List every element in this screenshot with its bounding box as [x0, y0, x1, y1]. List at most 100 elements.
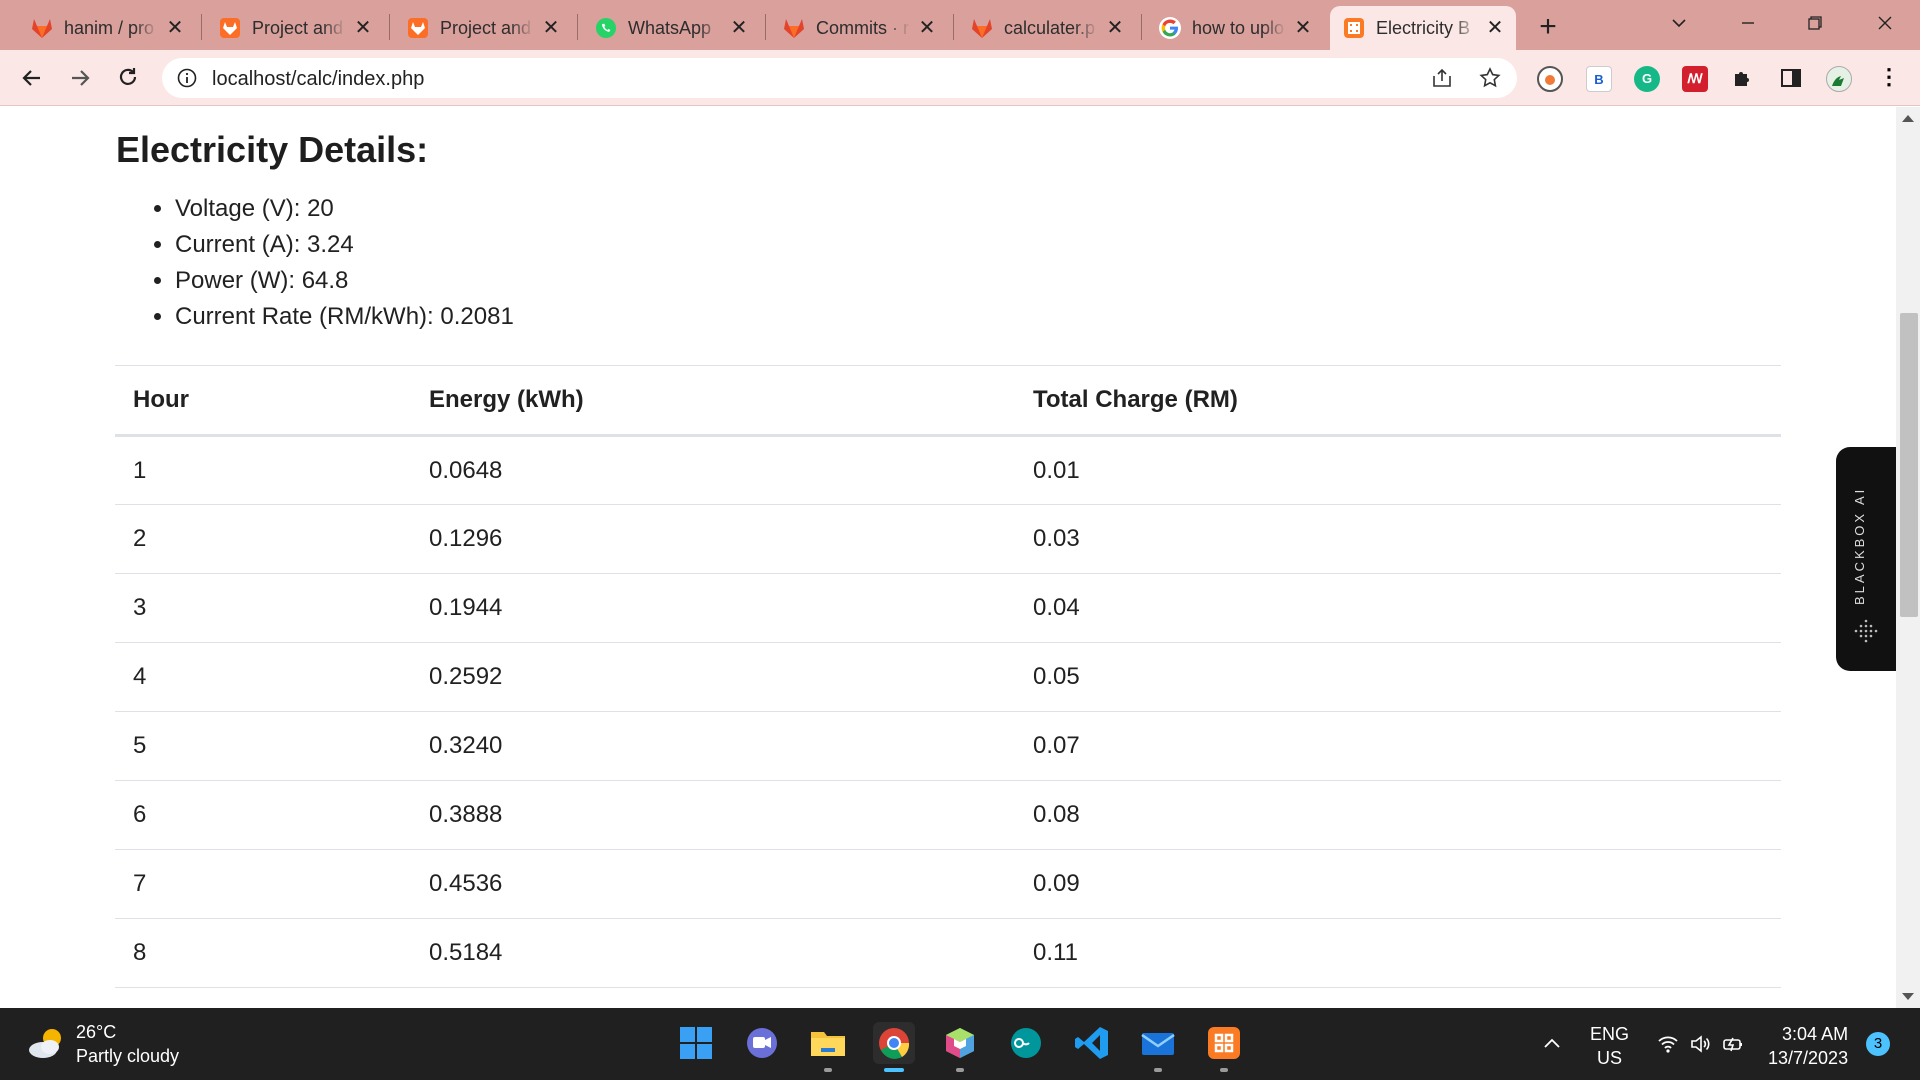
close-icon[interactable]: ✕ [164, 17, 186, 39]
detail-current: Current (A): 3.24 [175, 227, 514, 263]
wifi-icon [1658, 1036, 1678, 1053]
table-row: 8 0.5184 0.11 [115, 918, 1781, 988]
table-row: 5 0.3240 0.07 [115, 711, 1781, 781]
extension-red-icon[interactable]: ꟿ [1682, 66, 1708, 92]
column-header-hour: Hour [115, 365, 411, 437]
restore-icon [1808, 16, 1822, 30]
clock-date: 13/7/2023 [1768, 1048, 1849, 1068]
language-code: ENG [1590, 1024, 1630, 1044]
energy-table: Hour Energy (kWh) Total Charge (RM) 1 0.0… [115, 365, 1781, 988]
share-icon[interactable] [1430, 66, 1454, 90]
tab-divider [765, 14, 766, 40]
extension-b-icon[interactable]: B [1586, 66, 1612, 92]
tab-strip: hanim / pro ✕ Project and ✕ Project and … [0, 0, 1920, 50]
tab-google-search[interactable]: how to uplo ✕ [1146, 6, 1324, 50]
url-text[interactable]: localhost/calc/index.php [212, 68, 424, 91]
tray-overflow-button[interactable] [1540, 1032, 1564, 1061]
gitlab-icon [220, 18, 240, 38]
cube-icon [946, 1028, 974, 1058]
scroll-down-arrow-icon[interactable] [1902, 993, 1914, 1000]
battery-charging-icon [1723, 1037, 1742, 1052]
blackbox-ai-label: BLACKBOX AI [1852, 486, 1867, 605]
close-icon[interactable]: ✕ [728, 17, 750, 39]
extension-pill-icon[interactable] [1537, 66, 1563, 92]
tab-label: WhatsApp [628, 17, 712, 38]
file-explorer-button[interactable] [807, 1022, 849, 1072]
vertical-scrollbar[interactable] [1896, 107, 1920, 1008]
address-bar[interactable]: localhost/calc/index.php [162, 58, 1517, 98]
vscode-button[interactable] [1071, 1022, 1113, 1064]
detail-rate: Current Rate (RM/kWh): 0.2081 [175, 299, 514, 335]
arduino-button[interactable] [1005, 1022, 1047, 1064]
side-panel-icon[interactable] [1778, 66, 1804, 92]
cell-energy: 0.1944 [411, 573, 1015, 643]
forward-button[interactable] [62, 60, 98, 96]
tab-commits[interactable]: Commits · r ✕ [770, 6, 948, 50]
clock[interactable]: 3:04 AM 13/7/2023 [1768, 1022, 1848, 1070]
active-indicator [884, 1068, 904, 1072]
vscode-icon [1075, 1027, 1108, 1059]
star-icon[interactable] [1478, 66, 1502, 90]
chevron-up-icon [1544, 1038, 1560, 1048]
teams-chat-button[interactable] [741, 1022, 783, 1064]
tab-search-button[interactable] [1656, 6, 1702, 40]
chrome-button[interactable] [873, 1022, 915, 1072]
close-icon[interactable]: ✕ [916, 17, 938, 39]
close-window-button[interactable] [1862, 6, 1908, 40]
tab-label: Project and [440, 17, 532, 38]
cell-hour: 7 [115, 849, 411, 919]
scroll-up-arrow-icon[interactable] [1902, 115, 1914, 122]
profile-avatar[interactable] [1826, 66, 1852, 92]
tab-project-1[interactable]: Project and ✕ [206, 6, 384, 50]
clock-time: 3:04 AM [1782, 1024, 1849, 1044]
cell-charge: 0.11 [1015, 918, 1781, 988]
running-indicator [1154, 1068, 1162, 1072]
weather-description: Partly cloudy [76, 1046, 180, 1066]
extensions-puzzle-icon[interactable] [1730, 66, 1756, 92]
scroll-thumb[interactable] [1900, 313, 1918, 617]
back-button[interactable] [14, 60, 50, 96]
browser-toolbar: localhost/calc/index.php B G ꟿ ⋮ [0, 50, 1920, 106]
cell-charge: 0.03 [1015, 504, 1781, 574]
tab-electricity-active[interactable]: Electricity B ✕ [1330, 6, 1516, 50]
notification-badge[interactable]: 3 [1866, 1032, 1890, 1056]
weather-temperature: 26°C [76, 1022, 117, 1042]
arduino-icon [1011, 1028, 1041, 1058]
new-tab-button[interactable]: + [1530, 10, 1566, 46]
menu-dots-icon[interactable]: ⋮ [1876, 66, 1902, 92]
mail-button[interactable] [1137, 1022, 1179, 1072]
grammarly-icon[interactable]: G [1634, 66, 1660, 92]
restore-button[interactable] [1792, 6, 1838, 40]
xampp-icon [1208, 1027, 1240, 1059]
cell-charge: 0.04 [1015, 573, 1781, 643]
tab-label: how to uplo [1192, 17, 1285, 38]
page-title: Electricity Details: [116, 129, 429, 170]
close-icon [1878, 16, 1892, 30]
table-header-row: Hour Energy (kWh) Total Charge (RM) [115, 365, 1781, 437]
tab-project-2[interactable]: Project and ✕ [394, 6, 572, 50]
tray-status-group[interactable] [1656, 1032, 1745, 1061]
tab-calculater[interactable]: calculater.p ✕ [958, 6, 1136, 50]
tab-whatsapp[interactable]: WhatsApp ✕ [582, 6, 760, 50]
app-cube-button[interactable] [939, 1022, 981, 1072]
table-row: 3 0.1944 0.04 [115, 573, 1781, 643]
info-icon[interactable] [176, 67, 198, 89]
close-icon[interactable]: ✕ [1104, 17, 1126, 39]
close-icon[interactable]: ✕ [1484, 17, 1506, 39]
tab-gitlab-hanim[interactable]: hanim / pro ✕ [18, 6, 196, 50]
close-icon[interactable]: ✕ [540, 17, 562, 39]
close-icon[interactable]: ✕ [352, 17, 374, 39]
input-language-indicator[interactable]: ENG US [1590, 1022, 1629, 1070]
volume-icon [1691, 1035, 1710, 1053]
minimize-button[interactable] [1725, 6, 1771, 40]
table-row: 1 0.0648 0.01 [115, 435, 1781, 505]
close-icon[interactable]: ✕ [1292, 17, 1314, 39]
start-button[interactable] [675, 1022, 717, 1064]
blackbox-ai-widget[interactable]: BLACKBOX AI [1836, 447, 1896, 671]
tab-label: calculater.p [1004, 17, 1096, 38]
tab-label: Project and [252, 17, 344, 38]
reload-button[interactable] [110, 60, 146, 96]
gitlab-icon [972, 19, 992, 38]
xampp-button[interactable] [1203, 1022, 1245, 1072]
tab-divider [1141, 14, 1142, 40]
